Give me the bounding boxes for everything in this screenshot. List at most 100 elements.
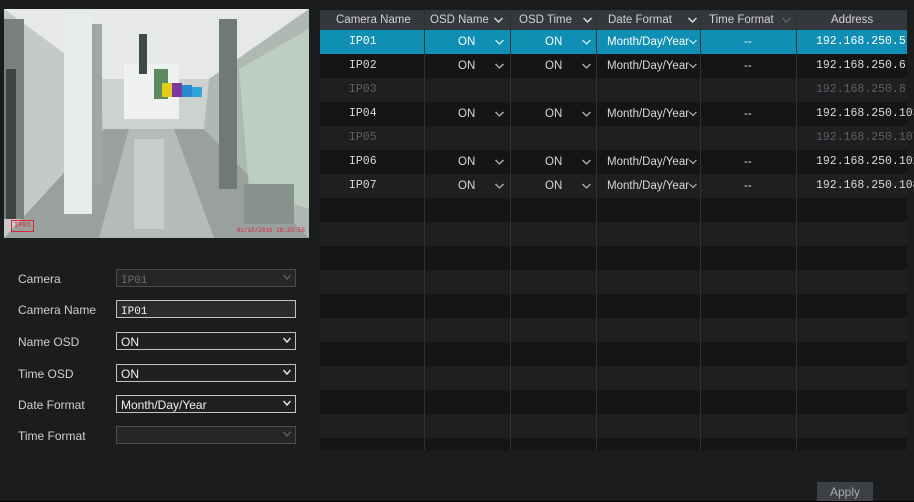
cell-camera: IP04: [349, 107, 377, 120]
chevron-down-icon[interactable]: [782, 10, 791, 30]
cell-camera: IP02: [349, 59, 377, 72]
name-osd-select[interactable]: ON: [116, 332, 296, 350]
cell-time-format: --: [744, 108, 752, 120]
cell-osd-name: ON: [458, 180, 476, 192]
camera-name-input-value: IP01: [121, 306, 148, 318]
cell-date-format: Month/Day/Year: [607, 156, 690, 168]
chevron-down-icon[interactable]: [689, 150, 697, 174]
osd-time-overlay: 01/10/2016 16:29:55: [236, 227, 305, 234]
chevron-down-icon: [283, 336, 291, 344]
column-divider: [700, 10, 701, 450]
header-date-format-label: Date Format: [608, 14, 672, 26]
osd-camera-table: Camera Name OSD Name OSD Time Date Forma…: [320, 10, 914, 450]
chevron-down-icon: [283, 368, 291, 376]
header-osd-time[interactable]: OSD Time: [519, 10, 572, 30]
empty-row: [320, 198, 907, 222]
cell-date-format: Month/Day/Year: [607, 36, 690, 48]
time-osd-select[interactable]: ON: [116, 364, 296, 382]
table-header: Camera Name OSD Name OSD Time Date Forma…: [320, 10, 907, 30]
cell-osd-name: ON: [458, 108, 476, 120]
table-row[interactable]: IP06 ON ON Month/Day/Year -- 192.168.250…: [320, 150, 914, 174]
camera-select[interactable]: IP01: [116, 269, 296, 287]
cell-osd-name: ON: [458, 60, 476, 72]
cell-osd-name: ON: [458, 156, 476, 168]
cell-osd-name: ON: [458, 36, 476, 48]
cell-camera: IP05: [349, 131, 377, 144]
time-osd-label: Time OSD: [18, 367, 74, 381]
table-row[interactable]: IP01 ON ON Month/Day/Year -- 192.168.250…: [320, 30, 907, 54]
header-osd-name-label: OSD Name: [430, 14, 489, 26]
camera-name-row: Camera Name IP01: [18, 300, 300, 320]
chevron-down-icon: [283, 399, 291, 407]
cell-date-format: Month/Day/Year: [607, 180, 690, 192]
cell-camera: IP06: [349, 155, 377, 168]
table-row[interactable]: IP02 ON ON Month/Day/Year -- 192.168.250…: [320, 54, 907, 78]
time-osd-row: Time OSD ON: [18, 364, 300, 384]
chevron-down-icon[interactable]: [582, 54, 591, 78]
cell-address: 192.168.250.6: [816, 59, 906, 72]
empty-row: [320, 222, 907, 246]
name-osd-select-value: ON: [121, 335, 139, 349]
empty-row: [320, 318, 907, 342]
empty-row: [320, 270, 907, 294]
chevron-down-icon[interactable]: [583, 10, 592, 30]
chevron-down-icon[interactable]: [495, 102, 504, 126]
empty-row: [320, 438, 907, 450]
column-divider: [796, 10, 797, 450]
camera-preview: IP01 01/10/2016 16:29:55: [4, 9, 309, 238]
chevron-down-icon[interactable]: [582, 30, 591, 54]
osd-settings-panel: IP01 01/10/2016 16:29:55 Camera IP01 Cam…: [0, 0, 914, 501]
table-row[interactable]: IP04 ON ON Month/Day/Year -- 192.168.250…: [320, 102, 914, 126]
chevron-down-icon: [283, 430, 291, 438]
empty-row: [320, 414, 907, 438]
chevron-down-icon[interactable]: [582, 102, 591, 126]
cell-time-format: --: [744, 60, 752, 72]
chevron-down-icon[interactable]: [689, 54, 697, 78]
chevron-down-icon[interactable]: [495, 30, 504, 54]
cell-date-format: Month/Day/Year: [607, 60, 690, 72]
empty-row: [320, 390, 907, 414]
header-camera-name[interactable]: Camera Name: [336, 10, 411, 30]
cell-osd-time: ON: [545, 156, 563, 168]
chevron-down-icon[interactable]: [582, 174, 591, 198]
date-format-row: Date Format Month/Day/Year: [18, 395, 300, 415]
cell-osd-time: ON: [545, 108, 563, 120]
chevron-down-icon[interactable]: [688, 10, 697, 30]
time-format-select[interactable]: [116, 426, 296, 444]
cell-address: 192.168.250.102: [816, 155, 914, 168]
chevron-down-icon[interactable]: [495, 54, 504, 78]
cell-osd-time: ON: [545, 180, 563, 192]
cell-date-format: Month/Day/Year: [607, 108, 690, 120]
camera-name-input[interactable]: IP01: [116, 300, 296, 318]
chevron-down-icon[interactable]: [689, 30, 697, 54]
header-time-format[interactable]: Time Format: [709, 10, 774, 30]
header-osd-name[interactable]: OSD Name: [430, 10, 489, 30]
cell-camera: IP07: [349, 179, 377, 192]
camera-label: Camera: [18, 272, 61, 286]
chevron-down-icon[interactable]: [582, 150, 591, 174]
chevron-down-icon[interactable]: [494, 10, 503, 30]
time-format-label: Time Format: [18, 429, 86, 443]
chevron-down-icon[interactable]: [689, 174, 697, 198]
corridor-scene-image: [4, 9, 309, 238]
chevron-down-icon[interactable]: [495, 174, 504, 198]
chevron-down-icon: [283, 273, 291, 281]
date-format-select[interactable]: Month/Day/Year: [116, 395, 296, 413]
apply-button[interactable]: Apply: [817, 482, 873, 501]
header-time-format-label: Time Format: [709, 14, 774, 26]
date-format-label: Date Format: [18, 398, 85, 412]
empty-row: [320, 294, 907, 318]
cell-address: 192.168.250.107: [816, 131, 914, 144]
table-row[interactable]: IP03 192.168.250.8: [320, 78, 907, 102]
column-divider: [424, 10, 425, 450]
header-date-format[interactable]: Date Format: [608, 10, 672, 30]
column-divider: [510, 10, 511, 450]
header-address[interactable]: Address: [831, 10, 873, 30]
table-row[interactable]: IP05 192.168.250.107: [320, 126, 914, 150]
empty-row: [320, 246, 907, 270]
chevron-down-icon[interactable]: [689, 102, 697, 126]
chevron-down-icon[interactable]: [495, 150, 504, 174]
cell-address: 192.168.250.5: [816, 35, 906, 48]
camera-row: Camera IP01: [18, 269, 300, 289]
table-row[interactable]: IP07 ON ON Month/Day/Year -- 192.168.250…: [320, 174, 914, 198]
